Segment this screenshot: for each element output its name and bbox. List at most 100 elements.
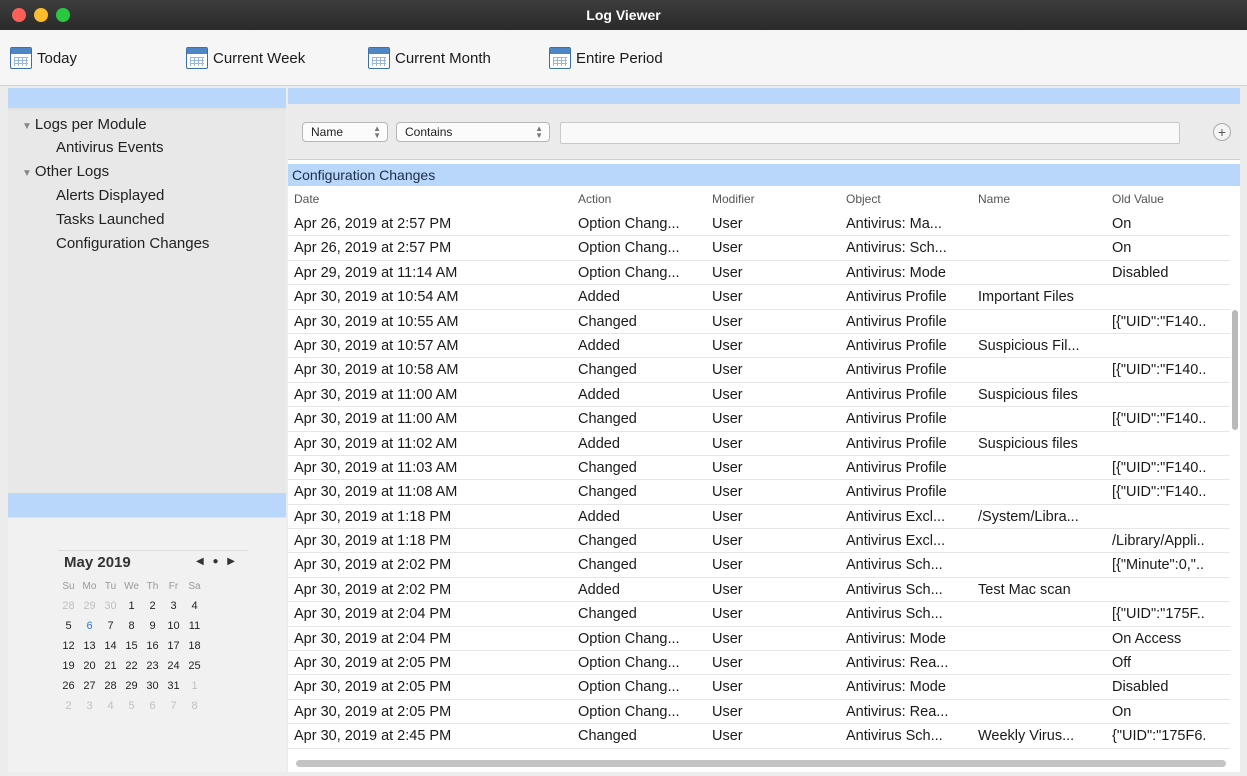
table-row[interactable]: Apr 30, 2019 at 1:18 PM Changed User Antivi… <box>288 529 1230 554</box>
month-calendar: May 2019 ◀ ● ▶ Su Mo Tu We Th Fr Sa 28 29 30 1 2 3 4 5… <box>8 518 286 772</box>
table-row[interactable]: Apr 30, 2019 at 2:45 PM Changed User Antivi… <box>288 724 1230 749</box>
close-window-button[interactable] <box>12 8 26 22</box>
calendar-day[interactable]: 29 <box>121 680 142 692</box>
calendar-day[interactable]: 9 <box>142 620 163 632</box>
calendar-day[interactable]: 1 <box>184 680 205 692</box>
calendar-day[interactable]: 12 <box>58 640 79 652</box>
calendar-day[interactable]: 4 <box>100 700 121 712</box>
calendar-day[interactable]: 21 <box>100 660 121 672</box>
calendar-day[interactable]: 18 <box>184 640 205 652</box>
zoom-window-button[interactable] <box>56 8 70 22</box>
table-row[interactable]: Apr 30, 2019 at 1:18 PM Added User Antiviru… <box>288 505 1230 530</box>
cell-old-value: [{"UID":"F140.. <box>1112 362 1207 379</box>
cell-modifier: User <box>712 630 743 647</box>
filter-field-select[interactable]: Name ▲ ▼ <box>302 122 388 142</box>
table-row[interactable]: Apr 26, 2019 at 2:57 PM Option Chang... Us… <box>288 212 1230 237</box>
calendar-day[interactable]: 1 <box>121 600 142 612</box>
calendar-day[interactable]: 7 <box>163 700 184 712</box>
calendar-day[interactable]: 28 <box>100 680 121 692</box>
sidebar: ▼ Logs per Module Antivirus Events ▼ Other… <box>8 88 286 772</box>
table-row[interactable]: Apr 30, 2019 at 11:08 AM Changed User Antiv… <box>288 480 1230 505</box>
horizontal-scrollbar[interactable] <box>296 760 1226 767</box>
calendar-day[interactable]: 5 <box>121 700 142 712</box>
tree-item-antivirus-events[interactable]: Antivirus Events <box>56 139 164 156</box>
tree-item-tasks-launched[interactable]: Tasks Launched <box>56 211 164 228</box>
table-row[interactable]: Apr 30, 2019 at 10:58 AM Changed User Antiv… <box>288 358 1230 383</box>
column-header-object[interactable]: Object <box>846 192 881 206</box>
table-row[interactable]: Apr 29, 2019 at 11:14 AM Option Chang... U… <box>288 261 1230 286</box>
calendar-day[interactable]: 7 <box>100 620 121 632</box>
disclosure-triangle-icon[interactable]: ▼ <box>22 121 32 132</box>
calendar-day[interactable]: 26 <box>58 680 79 692</box>
calendar-day[interactable]: 8 <box>184 700 205 712</box>
calendar-day[interactable]: 24 <box>163 660 184 672</box>
calendar-day[interactable]: 20 <box>79 660 100 672</box>
table-row[interactable]: Apr 30, 2019 at 10:55 AM Changed User Antiv… <box>288 310 1230 334</box>
filter-value-input[interactable] <box>560 122 1180 144</box>
calendar-day[interactable]: 2 <box>58 700 79 712</box>
table-row[interactable]: Apr 30, 2019 at 10:57 AM Added User Antivir… <box>288 334 1230 359</box>
cell-action: Added <box>578 337 620 354</box>
column-header-date[interactable]: Date <box>294 192 319 206</box>
table-row[interactable]: Apr 30, 2019 at 11:00 AM Changed User Antiv… <box>288 407 1230 432</box>
column-header-name[interactable]: Name <box>978 192 1010 206</box>
column-header-action[interactable]: Action <box>578 192 611 206</box>
calendar-weekday: Su <box>62 580 75 592</box>
calendar-day[interactable]: 15 <box>121 640 142 652</box>
calendar-day[interactable]: 6 <box>79 620 100 632</box>
filter-operator-select[interactable]: Contains ▲ ▼ <box>396 122 550 142</box>
cell-modifier: User <box>712 313 743 330</box>
calendar-nav-arrows-icon[interactable]: ◀ ● ▶ <box>196 556 238 567</box>
table-row[interactable]: Apr 30, 2019 at 11:03 AM Changed User Antiv… <box>288 456 1230 481</box>
current-month-button[interactable]: Current Month <box>368 45 491 71</box>
table-row[interactable]: Apr 30, 2019 at 2:05 PM Option Chang... Us… <box>288 700 1230 725</box>
column-header-old-value[interactable]: Old Value <box>1112 192 1164 206</box>
table-row[interactable]: Apr 30, 2019 at 2:04 PM Option Chang... Us… <box>288 627 1230 652</box>
entire-period-button[interactable]: Entire Period <box>549 45 663 71</box>
cell-date: Apr 30, 2019 at 11:08 AM <box>294 484 458 501</box>
tree-group-logs-per-module[interactable]: ▼ Logs per Module <box>22 116 147 133</box>
calendar-day[interactable]: 19 <box>58 660 79 672</box>
add-filter-button[interactable]: + <box>1213 123 1231 141</box>
calendar-day[interactable]: 8 <box>121 620 142 632</box>
calendar-day[interactable]: 10 <box>163 620 184 632</box>
table-row[interactable]: Apr 30, 2019 at 11:00 AM Added User Antivir… <box>288 383 1230 408</box>
table-row[interactable]: Apr 30, 2019 at 10:54 AM Added User Antivir… <box>288 285 1230 310</box>
current-week-button[interactable]: Current Week <box>186 45 305 71</box>
calendar-day[interactable]: 29 <box>79 600 100 612</box>
disclosure-triangle-icon[interactable]: ▼ <box>22 168 32 179</box>
table-row[interactable]: Apr 30, 2019 at 2:02 PM Added User Antiviru… <box>288 578 1230 603</box>
calendar-day[interactable]: 16 <box>142 640 163 652</box>
calendar-day[interactable]: 27 <box>79 680 100 692</box>
minimize-window-button[interactable] <box>34 8 48 22</box>
calendar-day[interactable]: 22 <box>121 660 142 672</box>
calendar-day[interactable]: 28 <box>58 600 79 612</box>
vertical-scrollbar[interactable] <box>1232 310 1238 430</box>
calendar-day[interactable]: 11 <box>184 620 205 632</box>
calendar-day[interactable]: 17 <box>163 640 184 652</box>
calendar-day[interactable]: 14 <box>100 640 121 652</box>
calendar-day[interactable]: 23 <box>142 660 163 672</box>
calendar-day[interactable]: 3 <box>79 700 100 712</box>
calendar-day[interactable]: 13 <box>79 640 100 652</box>
tree-item-alerts-displayed[interactable]: Alerts Displayed <box>56 187 164 204</box>
calendar-day[interactable]: 4 <box>184 600 205 612</box>
calendar-day[interactable]: 25 <box>184 660 205 672</box>
calendar-day[interactable]: 30 <box>100 600 121 612</box>
calendar-day[interactable]: 5 <box>58 620 79 632</box>
table-row[interactable]: Apr 30, 2019 at 11:02 AM Added User Antivir… <box>288 432 1230 456</box>
table-row[interactable]: Apr 30, 2019 at 2:05 PM Option Chang... Us… <box>288 675 1230 700</box>
table-row[interactable]: Apr 26, 2019 at 2:57 PM Option Chang... Us… <box>288 236 1230 261</box>
calendar-day[interactable]: 31 <box>163 680 184 692</box>
column-header-modifier[interactable]: Modifier <box>712 192 755 206</box>
calendar-day[interactable]: 3 <box>163 600 184 612</box>
calendar-day[interactable]: 2 <box>142 600 163 612</box>
calendar-day[interactable]: 6 <box>142 700 163 712</box>
calendar-day[interactable]: 30 <box>142 680 163 692</box>
table-row[interactable]: Apr 30, 2019 at 2:04 PM Changed User Antivi… <box>288 602 1230 627</box>
tree-item-configuration-changes[interactable]: Configuration Changes <box>56 235 209 252</box>
today-button[interactable]: Today <box>10 45 77 71</box>
tree-group-other-logs[interactable]: ▼ Other Logs <box>22 163 109 180</box>
table-row[interactable]: Apr 30, 2019 at 2:05 PM Option Chang... Us… <box>288 651 1230 676</box>
table-row[interactable]: Apr 30, 2019 at 2:02 PM Changed User Antivi… <box>288 553 1230 578</box>
